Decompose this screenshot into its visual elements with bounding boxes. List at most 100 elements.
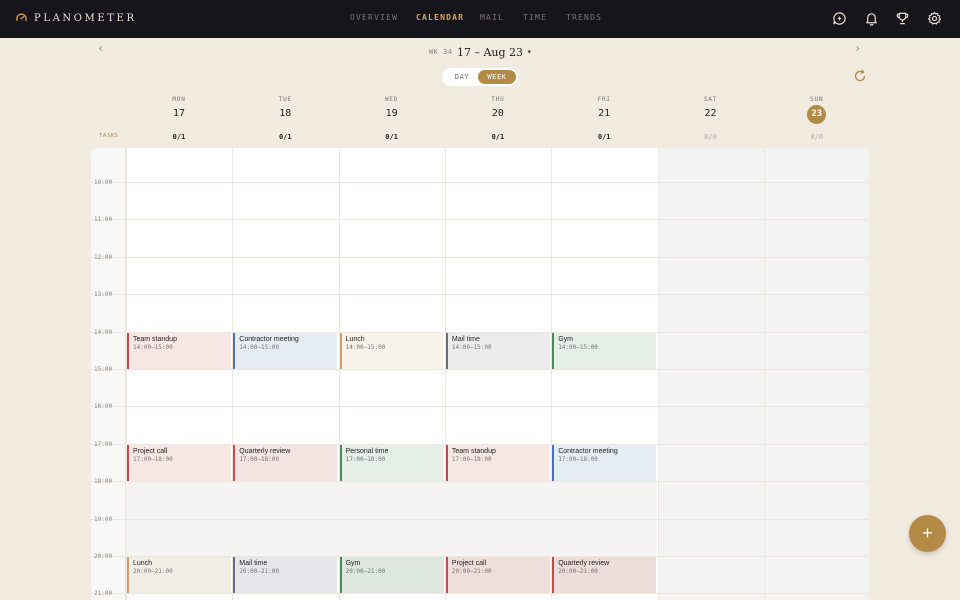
event-title: Team standup bbox=[451, 447, 496, 455]
day-name-thu: THU bbox=[491, 96, 505, 103]
refresh-icon[interactable] bbox=[853, 69, 867, 83]
next-week-button[interactable]: › bbox=[856, 43, 859, 54]
event-title: Gym bbox=[558, 335, 573, 343]
event-time: 20:00–21:00 bbox=[239, 568, 280, 575]
hour-line bbox=[91, 593, 869, 595]
calendar-event[interactable]: Quarterly review 20:00–21:00 bbox=[552, 557, 657, 593]
calendar-event[interactable]: Quarterly review 17:00–18:00 bbox=[233, 444, 338, 481]
day-date-tue[interactable]: 18 bbox=[232, 108, 338, 119]
event-time: 14:00–15:00 bbox=[451, 343, 492, 351]
view-toggle: DAY WEEK bbox=[442, 68, 518, 86]
day-column-sun[interactable] bbox=[763, 148, 869, 600]
view-day-option[interactable]: DAY bbox=[446, 70, 478, 84]
calendar-event[interactable]: Lunch 20:00–21:00 bbox=[127, 557, 231, 593]
event-time: 20:00–21:00 bbox=[345, 568, 386, 575]
event-title: Gym bbox=[345, 560, 361, 567]
event-time: 17:00–18:00 bbox=[345, 455, 386, 463]
event-time: 20:00–21:00 bbox=[451, 568, 492, 575]
hour-line bbox=[91, 369, 869, 370]
nav-time[interactable]: TIME bbox=[523, 13, 547, 22]
add-event-button[interactable]: + bbox=[909, 515, 946, 552]
hour-label: 14:00 bbox=[94, 328, 113, 336]
top-bar: PLANOMETER OVERVIEW CALENDAR MAIL TIME T… bbox=[0, 0, 960, 38]
trophy-icon[interactable] bbox=[895, 11, 910, 26]
event-time: 17:00–18:00 bbox=[239, 455, 280, 463]
hour-line bbox=[91, 182, 869, 183]
hour-label: 16:00 bbox=[94, 403, 113, 411]
calendar-event[interactable]: Mail time 20:00–21:00 bbox=[233, 557, 338, 593]
calendar-event[interactable]: Contractor meeting 17:00–18:00 bbox=[552, 444, 657, 481]
task-count[interactable]: 0/0 bbox=[764, 133, 870, 141]
day-column-sat[interactable] bbox=[657, 148, 764, 600]
calendar-event[interactable]: Project call 20:00–21:00 bbox=[445, 557, 550, 593]
calendar-event[interactable]: Team standup 17:00–18:00 bbox=[445, 444, 550, 481]
task-count[interactable]: 0/1 bbox=[126, 133, 232, 141]
calendar-event[interactable]: Personal time 17:00–18:00 bbox=[339, 444, 444, 481]
day-name-tue: TUE bbox=[278, 96, 292, 103]
today-marker: 23 bbox=[807, 105, 827, 124]
main-nav: OVERVIEW CALENDAR MAIL TIME TRENDS bbox=[0, 0, 960, 38]
hour-label: 10:00 bbox=[94, 179, 113, 186]
day-date-wed[interactable]: 19 bbox=[339, 108, 445, 119]
calendar-event[interactable]: Mail time 14:00–15:00 bbox=[445, 332, 550, 369]
hour-label: 18:00 bbox=[94, 478, 113, 486]
hour-label: 17:00 bbox=[94, 440, 113, 448]
week-title[interactable]: WK 34 17 – Aug 23 ▾ bbox=[0, 43, 960, 61]
chevron-down-icon: ▾ bbox=[527, 49, 532, 56]
task-count[interactable]: 0/0 bbox=[658, 133, 764, 141]
event-time: 14:00–15:00 bbox=[239, 343, 280, 351]
event-title: Personal time bbox=[345, 447, 389, 455]
day-date-sun[interactable]: 23 bbox=[764, 105, 870, 124]
nav-trends[interactable]: TRENDS bbox=[566, 13, 602, 22]
nav-calendar[interactable]: CALENDAR bbox=[416, 13, 464, 22]
event-title: Project call bbox=[133, 447, 168, 455]
nav-overview[interactable]: OVERVIEW bbox=[350, 13, 398, 22]
event-time: 17:00–18:00 bbox=[558, 455, 598, 463]
event-title: Quarterly review bbox=[239, 447, 291, 455]
week-grid[interactable]: 10:00 11:00 12:00 13:00 14:00 15:00 16:00 17:00… bbox=[91, 148, 869, 600]
event-title: Quarterly review bbox=[558, 560, 610, 567]
event-title: Lunch bbox=[345, 335, 365, 343]
gear-icon[interactable] bbox=[927, 11, 942, 26]
event-title: Contractor meeting bbox=[239, 335, 299, 343]
event-title: Lunch bbox=[133, 560, 153, 567]
calendar-event[interactable]: Project call 17:00–18:00 bbox=[127, 444, 231, 481]
task-count[interactable]: 0/1 bbox=[232, 133, 338, 141]
hour-label: 19:00 bbox=[94, 515, 113, 523]
hour-label: 15:00 bbox=[94, 366, 113, 373]
hour-label: 21:00 bbox=[94, 590, 113, 598]
calendar-event[interactable]: Gym 20:00–21:00 bbox=[339, 557, 444, 593]
hour-line bbox=[91, 294, 869, 296]
event-time: 20:00–21:00 bbox=[133, 568, 173, 575]
day-name-wed: WED bbox=[384, 96, 399, 103]
hour-line bbox=[91, 518, 869, 520]
event-time: 17:00–18:00 bbox=[451, 455, 492, 463]
hour-line bbox=[91, 256, 869, 258]
event-title: Project call bbox=[451, 560, 487, 567]
assistant-icon[interactable] bbox=[832, 11, 847, 26]
hour-line bbox=[91, 406, 869, 408]
hour-label: 13:00 bbox=[94, 291, 113, 299]
calendar-event[interactable]: Team standup 14:00–15:00 bbox=[127, 332, 231, 369]
day-name-fri: FRI bbox=[597, 96, 611, 103]
event-title: Mail time bbox=[239, 560, 268, 567]
calendar-event[interactable]: Gym 14:00–15:00 bbox=[552, 332, 657, 369]
bell-icon[interactable] bbox=[864, 11, 879, 26]
task-count[interactable]: 0/1 bbox=[445, 133, 551, 141]
week-range: 17 – Aug 23 bbox=[457, 46, 524, 59]
task-count[interactable]: 0/1 bbox=[339, 133, 445, 141]
event-title: Contractor meeting bbox=[558, 447, 618, 455]
calendar-event[interactable]: Lunch 14:00–15:00 bbox=[339, 332, 444, 369]
task-count[interactable]: 0/1 bbox=[551, 133, 657, 141]
day-date-sat[interactable]: 22 bbox=[658, 108, 764, 119]
nav-mail[interactable]: MAIL bbox=[480, 13, 504, 22]
event-time: 14:00–15:00 bbox=[558, 343, 598, 351]
day-date-fri[interactable]: 21 bbox=[551, 108, 657, 119]
day-date-thu[interactable]: 20 bbox=[445, 108, 551, 119]
week-number: WK 34 bbox=[428, 48, 453, 56]
view-week-option[interactable]: WEEK bbox=[478, 70, 516, 84]
day-name-mon: MON bbox=[172, 96, 186, 103]
calendar-event[interactable]: Contractor meeting 14:00–15:00 bbox=[233, 332, 338, 369]
day-date-mon[interactable]: 17 bbox=[126, 108, 232, 119]
hour-label: 20:00 bbox=[94, 553, 113, 560]
